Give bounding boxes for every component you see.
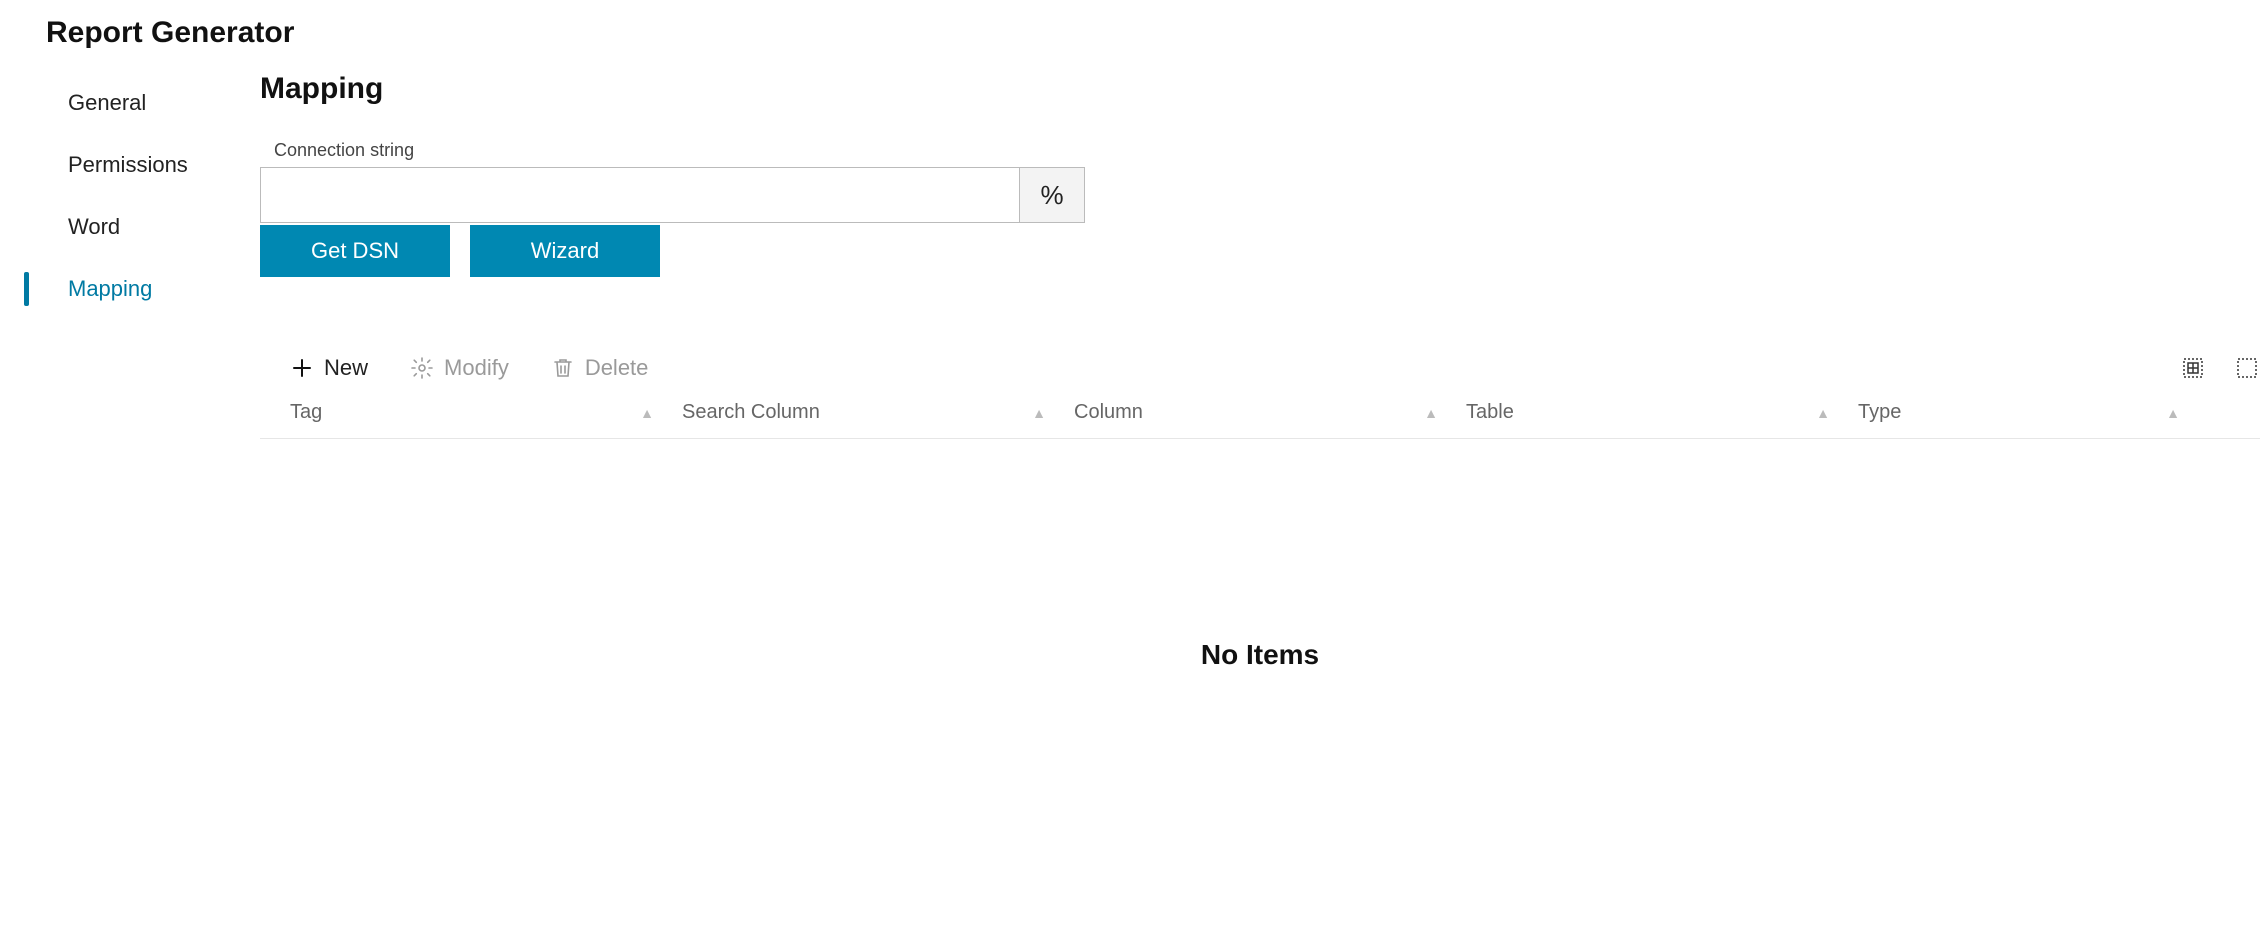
- column-header-label: Search Column: [682, 401, 820, 424]
- sort-asc-icon: ▲: [1816, 405, 1830, 421]
- sidebar-item-mapping[interactable]: Mapping: [24, 258, 260, 320]
- sidebar-item-label: Permissions: [68, 152, 188, 177]
- column-header-search-column[interactable]: Search Column ▲: [682, 401, 1074, 424]
- delete-label: Delete: [585, 355, 649, 381]
- sort-asc-icon: ▲: [1424, 405, 1438, 421]
- main-content: Mapping Connection string % Get DSN Wiza…: [260, 72, 2268, 671]
- modify-button[interactable]: Modify: [410, 355, 509, 381]
- sort-asc-icon: ▲: [1032, 405, 1046, 421]
- new-button[interactable]: New: [290, 355, 368, 381]
- wizard-button[interactable]: Wizard: [470, 225, 660, 277]
- sidebar-item-label: Mapping: [68, 276, 152, 301]
- modify-label: Modify: [444, 355, 509, 381]
- column-header-table[interactable]: Table ▲: [1466, 401, 1858, 424]
- trash-icon: [551, 356, 575, 380]
- percent-button[interactable]: %: [1019, 167, 1085, 223]
- sidebar-item-label: General: [68, 90, 146, 115]
- gear-icon: [410, 356, 434, 380]
- column-header-tag[interactable]: Tag ▲: [290, 401, 682, 424]
- sidebar-item-word[interactable]: Word: [24, 196, 260, 258]
- sidebar: General Permissions Word Mapping: [0, 72, 260, 671]
- column-header-label: Type: [1858, 401, 1901, 424]
- column-header-label: Table: [1466, 401, 1514, 424]
- empty-state: No Items: [260, 439, 2260, 671]
- delete-button[interactable]: Delete: [551, 355, 649, 381]
- table-toolbar: New Modify Delete: [260, 355, 2260, 381]
- sidebar-item-label: Word: [68, 214, 120, 239]
- table-header: Tag ▲ Search Column ▲ Column ▲ Table ▲ T…: [260, 381, 2260, 439]
- sort-asc-icon: ▲: [2166, 405, 2180, 421]
- column-header-type[interactable]: Type ▲: [1858, 401, 2208, 424]
- connection-string-label: Connection string: [260, 140, 2260, 161]
- grid-view-icon[interactable]: [2180, 355, 2206, 381]
- section-title: Mapping: [260, 72, 2260, 106]
- sidebar-item-general[interactable]: General: [24, 72, 260, 134]
- page-title: Report Generator: [0, 0, 2268, 50]
- column-header-label: Column: [1074, 401, 1143, 424]
- sort-asc-icon: ▲: [640, 405, 654, 421]
- sidebar-item-permissions[interactable]: Permissions: [24, 134, 260, 196]
- column-header-label: Tag: [290, 401, 322, 424]
- get-dsn-button[interactable]: Get DSN: [260, 225, 450, 277]
- expand-view-icon[interactable]: [2234, 355, 2260, 381]
- plus-icon: [290, 356, 314, 380]
- new-label: New: [324, 355, 368, 381]
- connection-string-input[interactable]: [260, 167, 1020, 223]
- column-header-column[interactable]: Column ▲: [1074, 401, 1466, 424]
